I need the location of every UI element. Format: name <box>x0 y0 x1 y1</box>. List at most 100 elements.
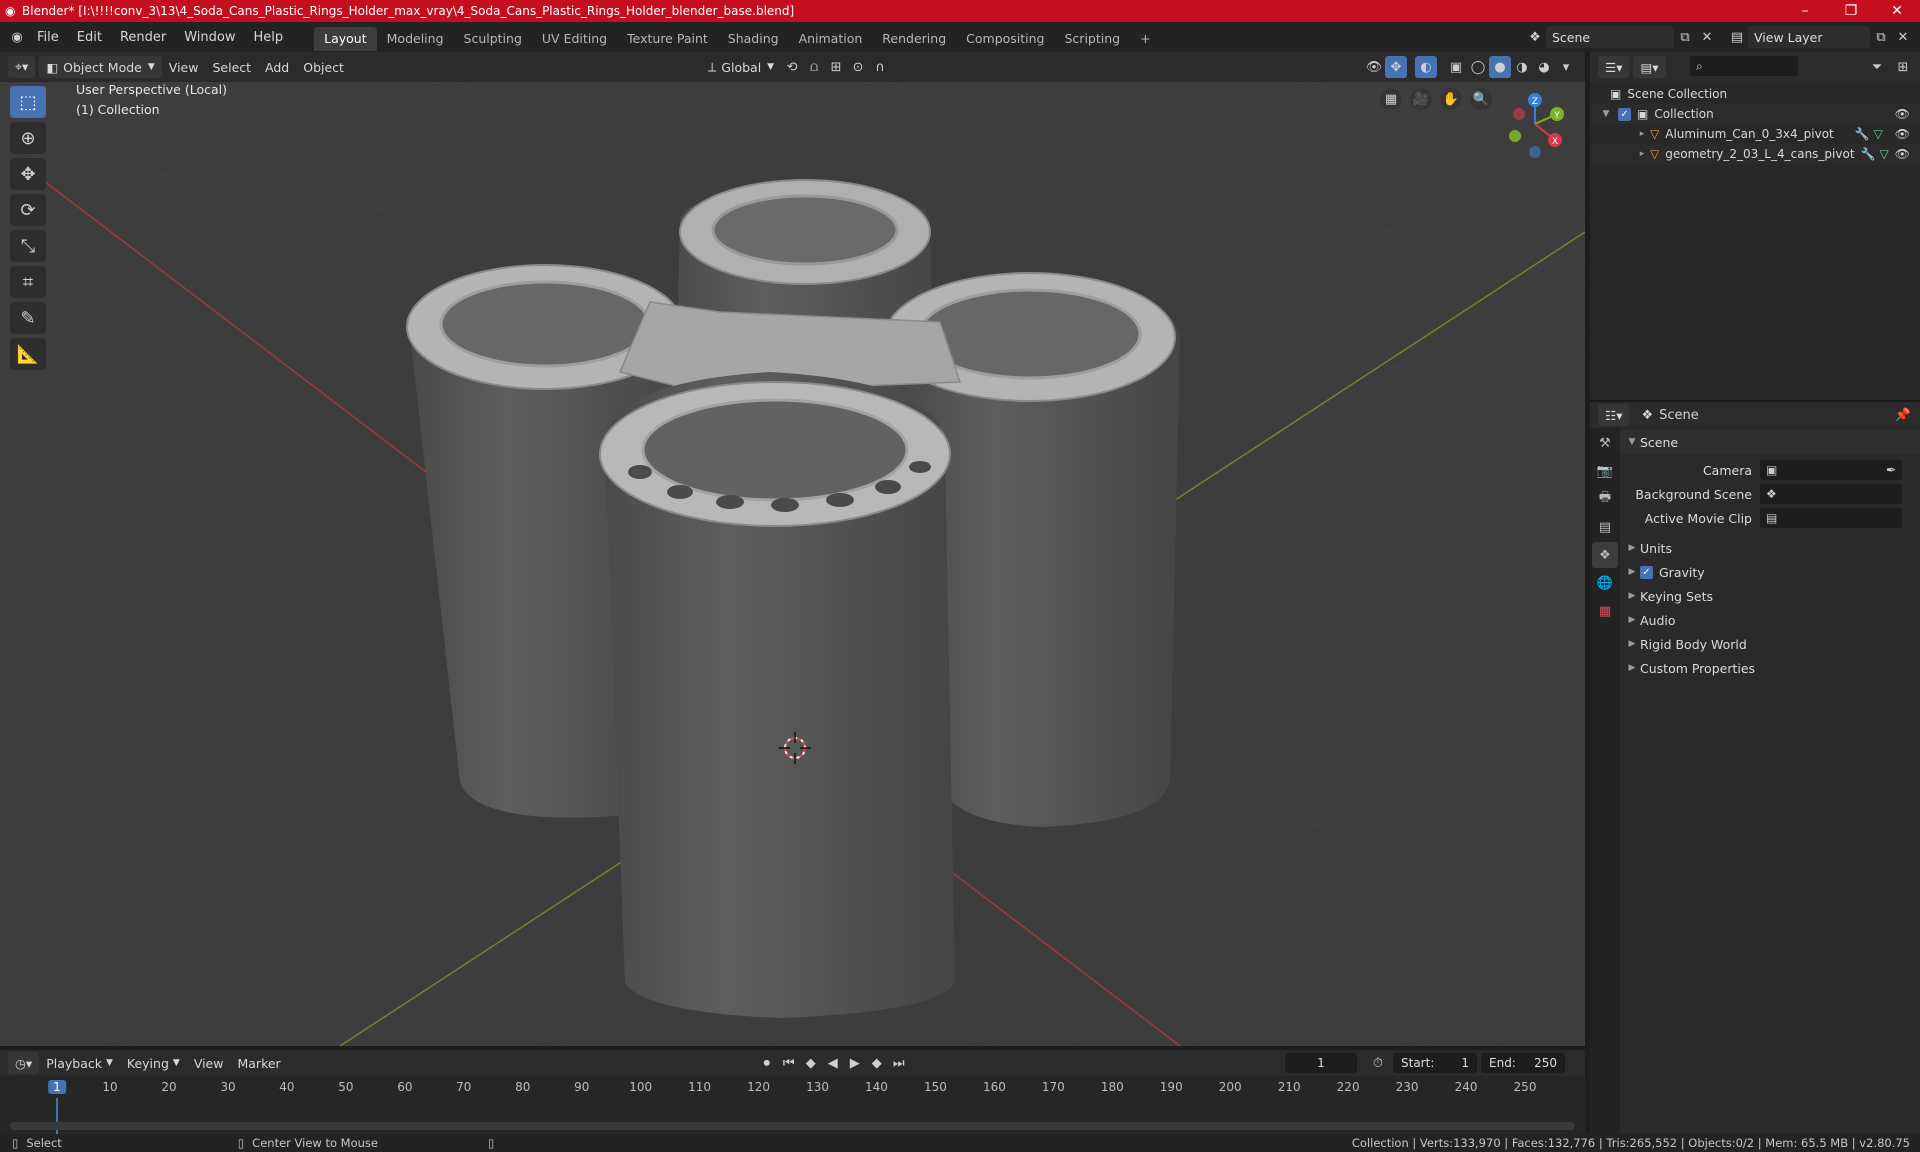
xray-toggle-icon[interactable]: ▣ <box>1445 56 1467 78</box>
view-layer-field[interactable]: View Layer <box>1748 26 1870 48</box>
current-frame-field[interactable]: 1 <box>1285 1053 1357 1073</box>
navigation-gizmo[interactable]: Z Y X <box>1500 88 1570 158</box>
scene-panel-header[interactable]: ▼ Scene <box>1620 430 1920 454</box>
tab-texture-paint[interactable]: Texture Paint <box>617 27 718 51</box>
jump-keyframe-forward-icon[interactable]: ◆ <box>866 1052 888 1074</box>
timeline-body[interactable] <box>0 1098 1585 1134</box>
scene-tab-icon[interactable]: ❖ <box>1592 542 1618 568</box>
gravity-section[interactable]: ▶ ✓ Gravity <box>1620 560 1920 584</box>
3d-viewport[interactable]: User Perspective (Local) (1) Collection … <box>0 82 1585 1046</box>
viewport-menu-add[interactable]: Add <box>258 56 296 78</box>
timeline-scrollbar[interactable] <box>10 1122 1575 1130</box>
transform-orientation-dropdown[interactable]: ⟂ Global ▼ <box>701 56 781 78</box>
viewport-menu-object[interactable]: Object <box>296 56 351 78</box>
tab-compositing[interactable]: Compositing <box>956 27 1054 51</box>
jump-keyframe-back-icon[interactable]: ◆ <box>800 1052 822 1074</box>
tab-layout[interactable]: Layout <box>314 26 377 51</box>
gravity-checkbox[interactable]: ✓ <box>1640 565 1653 579</box>
mode-dropdown[interactable]: ◧ Object Mode ▼ <box>39 56 162 78</box>
pan-hand-icon[interactable]: ✋ <box>1440 88 1462 110</box>
filter-icon[interactable]: ⏷ <box>1866 56 1888 78</box>
scene-name-field[interactable]: Scene <box>1546 26 1674 48</box>
editor-type-icon[interactable]: ⌖▾ <box>8 56 36 78</box>
snap-target-icon[interactable]: ⊞ <box>825 56 847 78</box>
pin-icon[interactable]: 📌 <box>1892 404 1914 426</box>
cursor-tool-icon[interactable]: ⊕ <box>10 122 46 154</box>
menu-render[interactable]: Render <box>111 22 175 52</box>
rendered-shading-icon[interactable]: ◕ <box>1533 56 1555 78</box>
camera-view-icon[interactable]: 🎥 <box>1410 88 1432 110</box>
timeline-menu-playback[interactable]: Playback ▼ <box>39 1052 120 1074</box>
expand-arrow-icon[interactable]: ▸ <box>1634 149 1650 159</box>
close-button[interactable]: ✕ <box>1874 0 1920 22</box>
eyedropper-icon[interactable]: ✒ <box>1886 463 1896 477</box>
tab-modeling[interactable]: Modeling <box>377 27 454 51</box>
expand-arrow-icon[interactable]: ▼ <box>1598 109 1614 119</box>
wireframe-shading-icon[interactable]: ◯ <box>1467 56 1489 78</box>
proportional-edit-icon[interactable]: ⊙ <box>847 56 869 78</box>
eye-icon[interactable]: 👁 <box>1895 147 1910 161</box>
background-scene-field[interactable]: ❖ <box>1760 484 1902 504</box>
camera-field[interactable]: ▣ ✒ <box>1760 460 1902 480</box>
shading-options-icon[interactable]: ▾ <box>1555 56 1577 78</box>
active-clip-field[interactable]: ▤ <box>1760 508 1902 528</box>
transform-tool-icon[interactable]: ⌗ <box>10 266 46 298</box>
move-tool-icon[interactable]: ✥ <box>10 158 46 190</box>
stopwatch-icon[interactable]: ⏱ <box>1367 1052 1389 1074</box>
start-frame-field[interactable]: Start: 1 <box>1393 1053 1477 1073</box>
pivot-point-icon[interactable]: ⟲ <box>781 56 803 78</box>
outliner-editor-type-icon[interactable]: ☰▾ <box>1598 56 1630 78</box>
outliner-row-object[interactable]: ▸ ▽ Aluminum_Can_0_3x4_pivot 🔧 ▽ 👁 <box>1590 124 1920 144</box>
timeline-ruler[interactable]: 1 10 20 30 40 50 60 70 80 90 100 110 120 130 140 150 160… <box>0 1076 1585 1098</box>
record-icon[interactable]: ⏺ <box>756 1052 778 1074</box>
toggle-grid-icon[interactable]: ▦ <box>1380 88 1402 110</box>
gizmo-toggle-icon[interactable]: ✥ <box>1385 56 1407 78</box>
timeline-editor-type-icon[interactable]: ◷▾ <box>8 1052 40 1074</box>
tab-rendering[interactable]: Rendering <box>872 27 956 51</box>
jump-start-icon[interactable]: ⏮ <box>778 1052 800 1074</box>
snap-icon[interactable]: ⩍ <box>803 56 825 78</box>
display-mode-icon[interactable]: ▤▾ <box>1633 56 1666 78</box>
eye-icon[interactable]: 👁 <box>1895 127 1910 141</box>
custom-properties-section[interactable]: ▶ Custom Properties <box>1620 656 1920 680</box>
properties-editor-type-icon[interactable]: ☷▾ <box>1598 404 1630 426</box>
texture-tab-icon[interactable]: ▦ <box>1592 598 1618 624</box>
jump-end-icon[interactable]: ⏭ <box>888 1052 910 1074</box>
material-shading-icon[interactable]: ◑ <box>1511 56 1533 78</box>
rigid-body-world-section[interactable]: ▶ Rigid Body World <box>1620 632 1920 656</box>
outliner-search-input[interactable]: ⌕ <box>1690 56 1798 76</box>
delete-view-layer-icon[interactable]: ✕ <box>1892 26 1914 48</box>
select-box-tool-icon[interactable]: ⬚ <box>10 86 46 118</box>
annotate-tool-icon[interactable]: ✎ <box>10 302 46 334</box>
menu-edit[interactable]: Edit <box>68 22 111 52</box>
tab-scripting[interactable]: Scripting <box>1055 27 1131 51</box>
outliner-row-object[interactable]: ▸ ▽ geometry_2_03_L_4_cans_pivot 🔧 ▽ 👁 <box>1590 144 1920 164</box>
render-tab-icon[interactable]: 📷 <box>1592 458 1618 484</box>
tab-sculpting[interactable]: Sculpting <box>454 27 532 51</box>
menu-help[interactable]: Help <box>245 22 293 52</box>
play-icon[interactable]: ▶ <box>844 1052 866 1074</box>
add-workspace-button[interactable]: + <box>1130 27 1160 51</box>
timeline-menu-view[interactable]: View <box>187 1052 231 1074</box>
view-layer-tab-icon[interactable]: ▤ <box>1592 514 1618 540</box>
new-view-layer-icon[interactable]: ⧉ <box>1870 26 1892 48</box>
end-frame-field[interactable]: End: 250 <box>1481 1053 1565 1073</box>
visibility-icon[interactable]: 👁 <box>1363 56 1385 78</box>
timeline-menu-keying[interactable]: Keying ▼ <box>120 1052 187 1074</box>
outliner-row-collection[interactable]: ▼ ✓ ▣ Collection 👁 <box>1590 104 1920 124</box>
zoom-icon[interactable]: 🔍 <box>1470 88 1492 110</box>
tool-tab-icon[interactable]: ⚒ <box>1592 430 1618 456</box>
view-layer-browse-icon[interactable]: ▤ <box>1726 26 1748 48</box>
new-collection-icon[interactable]: ⊞ <box>1892 56 1914 78</box>
viewport-menu-select[interactable]: Select <box>205 56 258 78</box>
falloff-icon[interactable]: ∩ <box>869 56 891 78</box>
audio-section[interactable]: ▶ Audio <box>1620 608 1920 632</box>
scale-tool-icon[interactable]: ⤡ <box>10 230 46 262</box>
blender-menu-icon[interactable]: ◉ <box>6 26 28 48</box>
collection-checkbox[interactable]: ✓ <box>1618 107 1631 121</box>
rotate-tool-icon[interactable]: ⟳ <box>10 194 46 226</box>
maximize-button[interactable]: ❐ <box>1828 0 1874 22</box>
expand-arrow-icon[interactable]: ▸ <box>1634 129 1650 139</box>
units-section[interactable]: ▶ Units <box>1620 536 1920 560</box>
new-scene-icon[interactable]: ⧉ <box>1674 26 1696 48</box>
